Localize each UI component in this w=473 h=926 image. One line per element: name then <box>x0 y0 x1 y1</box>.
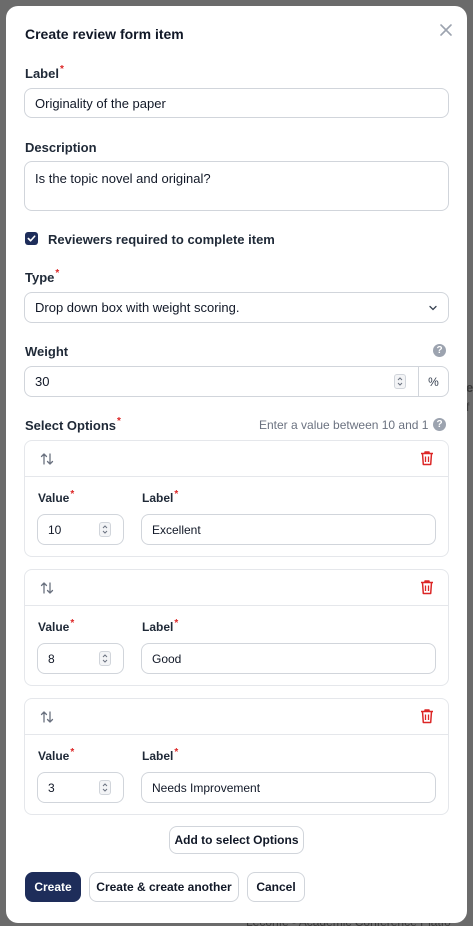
value-stepper-icon[interactable] <box>99 522 111 537</box>
add-option-button[interactable]: Add to select Options <box>169 826 304 854</box>
option-value-label: Value* <box>38 618 75 634</box>
trash-icon[interactable] <box>420 450 434 466</box>
value-stepper-icon[interactable] <box>99 780 111 795</box>
option-label-input[interactable]: Excellent <box>141 514 436 545</box>
chevron-down-icon <box>429 305 437 311</box>
option-value-label: Value* <box>38 489 75 505</box>
weight-value: 30 <box>35 374 50 389</box>
required-checkbox-label[interactable]: Reviewers required to complete item <box>48 232 275 247</box>
weight-field-label: Weight <box>25 344 69 359</box>
option-label-label: Label* <box>142 489 179 505</box>
type-select[interactable]: Drop down box with weight scoring. <box>24 292 449 323</box>
option-label-label: Label* <box>142 747 179 763</box>
option-value-input[interactable]: 8 <box>37 643 124 674</box>
reorder-icon[interactable] <box>39 709 55 725</box>
option-card-header <box>25 699 448 735</box>
option-card: Value* Label* 3 Needs Improvement <box>24 698 449 815</box>
weight-stepper-icon[interactable] <box>394 374 406 389</box>
close-icon[interactable] <box>437 21 455 39</box>
label-input[interactable]: Originality of the paper <box>24 88 449 118</box>
option-label-label: Label* <box>142 618 179 634</box>
option-value-input[interactable]: 3 <box>37 772 124 803</box>
description-field-label: Description <box>25 140 97 155</box>
option-label-input[interactable]: Needs Improvement <box>141 772 436 803</box>
required-checkbox[interactable] <box>25 232 38 245</box>
type-field-label: Type* <box>25 268 60 285</box>
create-another-button[interactable]: Create & create another <box>89 872 239 902</box>
option-label-input[interactable]: Good <box>141 643 436 674</box>
reorder-icon[interactable] <box>39 580 55 596</box>
trash-icon[interactable] <box>420 708 434 724</box>
reorder-icon[interactable] <box>39 451 55 467</box>
type-select-value: Drop down box with weight scoring. <box>35 300 240 315</box>
description-textarea[interactable]: Is the topic novel and original? <box>24 161 449 211</box>
weight-help-icon[interactable]: ? <box>433 344 446 357</box>
option-value-input[interactable]: 10 <box>37 514 124 545</box>
option-card: Value* Label* 10 Excellent <box>24 440 449 557</box>
modal-title: Create review form item <box>25 26 184 42</box>
cancel-button[interactable]: Cancel <box>247 872 305 902</box>
value-stepper-icon[interactable] <box>99 651 111 666</box>
label-field-label: Label* <box>25 64 64 81</box>
weight-input[interactable]: 30 % <box>24 366 449 397</box>
check-icon <box>27 235 36 242</box>
create-review-item-modal: Create review form item Label* Originali… <box>6 6 467 923</box>
background-edge-text: e <box>466 380 473 395</box>
trash-icon[interactable] <box>420 579 434 595</box>
select-options-label: Select Options* <box>25 416 121 433</box>
select-options-help-icon[interactable]: ? <box>433 418 446 431</box>
option-card-header <box>25 441 448 477</box>
create-button[interactable]: Create <box>25 872 81 902</box>
option-card-header <box>25 570 448 606</box>
select-options-hint: Enter a value between 10 and 1 <box>259 418 429 432</box>
weight-percent-suffix: % <box>418 367 448 396</box>
option-card: Value* Label* 8 Good <box>24 569 449 686</box>
option-value-label: Value* <box>38 747 75 763</box>
